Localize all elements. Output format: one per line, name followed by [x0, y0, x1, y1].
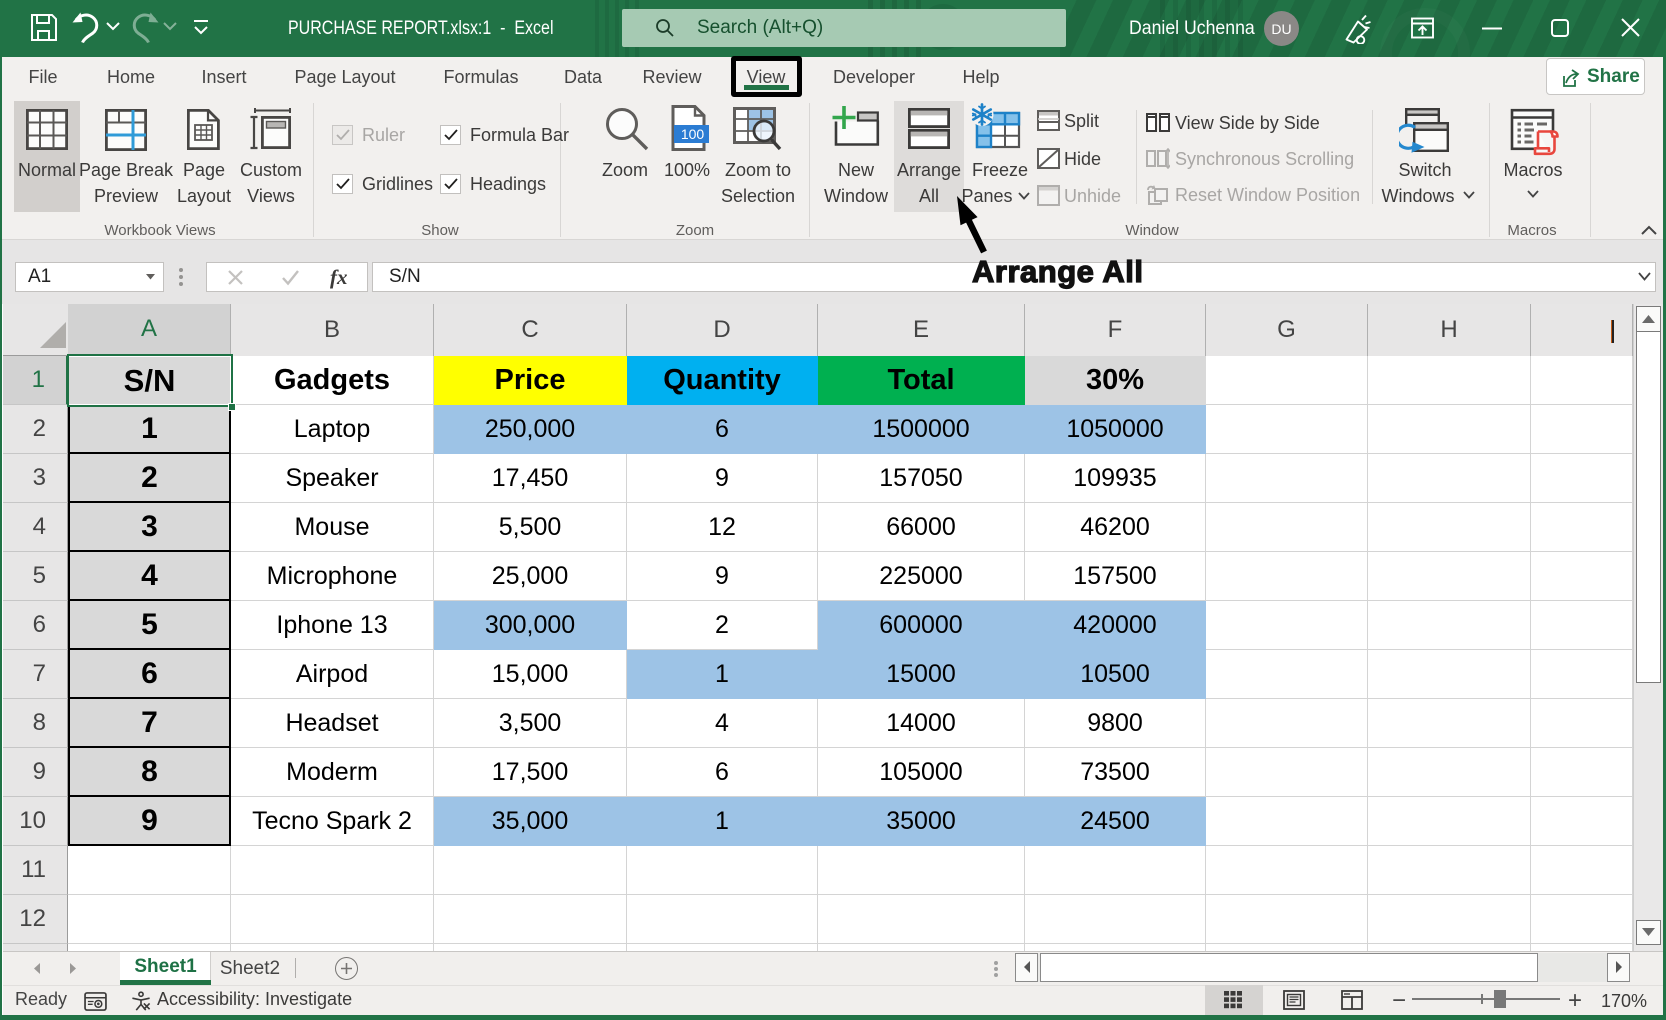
svg-text:100: 100 — [681, 126, 705, 142]
